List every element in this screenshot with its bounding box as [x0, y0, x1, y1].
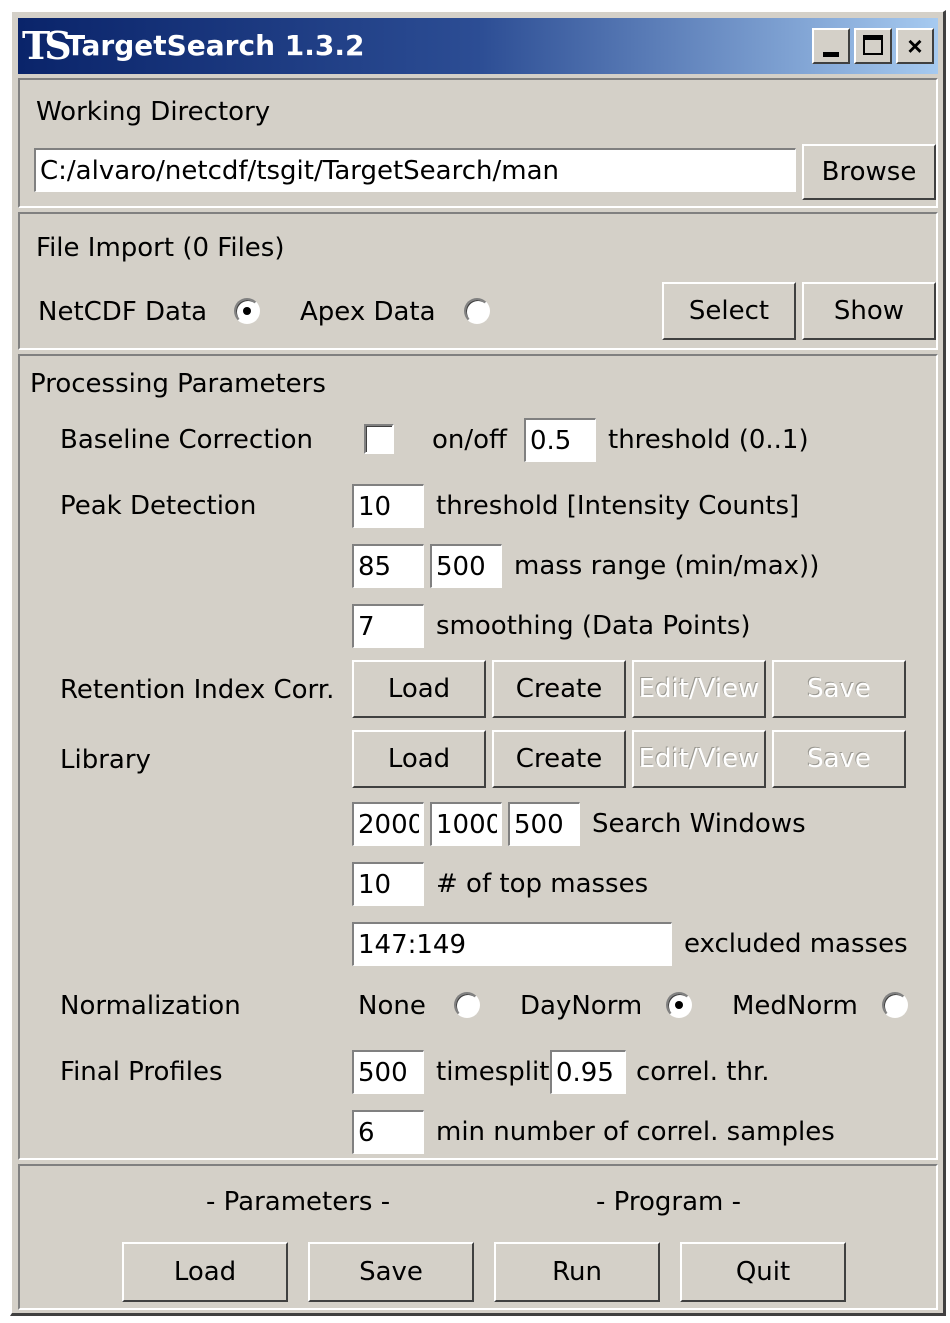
- working-directory-heading: Working Directory: [36, 97, 271, 127]
- search-window-3-input[interactable]: [508, 802, 580, 846]
- top-masses-input[interactable]: [352, 862, 424, 906]
- smoothing-input[interactable]: [352, 604, 424, 648]
- norm-mednorm-radio[interactable]: [882, 992, 908, 1018]
- baseline-checkbox[interactable]: [364, 424, 394, 454]
- min-samples-input[interactable]: [352, 1110, 424, 1154]
- correl-threshold-label: correl. thr.: [636, 1057, 770, 1087]
- close-icon: ×: [907, 31, 923, 61]
- bottom-controls-group: - Parameters - - Program - Load Save Run…: [18, 1164, 938, 1310]
- baseline-threshold-label: threshold (0..1): [608, 425, 809, 455]
- mass-min-input[interactable]: [352, 544, 424, 588]
- show-files-button[interactable]: Show: [802, 282, 936, 340]
- search-window-1-input[interactable]: [352, 802, 424, 846]
- parameters-heading: - Parameters -: [206, 1187, 391, 1217]
- library-create-button[interactable]: Create: [492, 730, 626, 788]
- mass-max-input[interactable]: [430, 544, 502, 588]
- peak-detection-label: Peak Detection: [60, 491, 257, 521]
- file-import-group: File Import (0 Files) NetCDF Data Apex D…: [18, 212, 938, 350]
- ri-save-button[interactable]: Save: [772, 660, 906, 718]
- peak-threshold-input[interactable]: [352, 484, 424, 528]
- norm-daynorm-label: DayNorm: [520, 991, 643, 1021]
- ri-load-button[interactable]: Load: [352, 660, 486, 718]
- norm-none-radio[interactable]: [454, 992, 480, 1018]
- excluded-masses-label: excluded masses: [684, 929, 908, 959]
- apex-radio[interactable]: [464, 298, 490, 324]
- ri-edit-view-button[interactable]: Edit/View: [632, 660, 766, 718]
- minimize-icon: [823, 52, 839, 57]
- normalization-label: Normalization: [60, 991, 241, 1021]
- working-directory-group: Working Directory Browse: [18, 78, 938, 208]
- program-heading: - Program -: [596, 1187, 741, 1217]
- processing-heading: Processing Parameters: [30, 369, 326, 399]
- app-window: TS TargetSearch 1.3.2 × Working Director…: [10, 10, 946, 1316]
- minimize-button[interactable]: [812, 28, 850, 64]
- run-button[interactable]: Run: [494, 1242, 660, 1302]
- norm-mednorm-label: MedNorm: [732, 991, 858, 1021]
- correl-threshold-input[interactable]: [550, 1050, 626, 1094]
- window-title: TargetSearch 1.3.2: [66, 29, 365, 62]
- baseline-onoff-label: on/off: [432, 425, 507, 455]
- parameters-load-button[interactable]: Load: [122, 1242, 288, 1302]
- norm-none-label: None: [358, 991, 426, 1021]
- mass-range-label: mass range (min/max)): [514, 551, 820, 581]
- select-files-button[interactable]: Select: [662, 282, 796, 340]
- library-edit-view-button[interactable]: Edit/View: [632, 730, 766, 788]
- app-logo-icon: TS: [22, 23, 72, 68]
- library-load-button[interactable]: Load: [352, 730, 486, 788]
- maximize-button[interactable]: [854, 28, 892, 64]
- processing-parameters-group: Processing Parameters Baseline Correctio…: [18, 354, 938, 1160]
- browse-button[interactable]: Browse: [802, 144, 936, 200]
- apex-label: Apex Data: [300, 297, 436, 327]
- netcdf-label: NetCDF Data: [38, 297, 208, 327]
- search-windows-label: Search Windows: [592, 809, 806, 839]
- excluded-masses-input[interactable]: [352, 922, 672, 966]
- library-save-button[interactable]: Save: [772, 730, 906, 788]
- norm-daynorm-radio[interactable]: [666, 992, 692, 1018]
- title-bar[interactable]: TS TargetSearch 1.3.2 ×: [18, 18, 938, 74]
- close-button[interactable]: ×: [896, 28, 934, 64]
- ri-corr-label: Retention Index Corr.: [60, 675, 335, 705]
- search-window-2-input[interactable]: [430, 802, 502, 846]
- file-import-heading: File Import (0 Files): [36, 233, 285, 263]
- parameters-save-button[interactable]: Save: [308, 1242, 474, 1302]
- ri-create-button[interactable]: Create: [492, 660, 626, 718]
- maximize-icon: [863, 35, 883, 55]
- timesplit-label: timesplit: [436, 1057, 550, 1087]
- smoothing-label: smoothing (Data Points): [436, 611, 751, 641]
- final-profiles-label: Final Profiles: [60, 1057, 223, 1087]
- baseline-label: Baseline Correction: [60, 425, 314, 455]
- peak-threshold-label: threshold [Intensity Counts]: [436, 491, 800, 521]
- top-masses-label: # of top masses: [436, 869, 649, 899]
- timesplit-input[interactable]: [352, 1050, 424, 1094]
- library-label: Library: [60, 745, 151, 775]
- quit-button[interactable]: Quit: [680, 1242, 846, 1302]
- baseline-threshold-input[interactable]: [524, 418, 596, 462]
- netcdf-radio[interactable]: [234, 298, 260, 324]
- min-samples-label: min number of correl. samples: [436, 1117, 835, 1147]
- working-directory-input[interactable]: [34, 148, 796, 192]
